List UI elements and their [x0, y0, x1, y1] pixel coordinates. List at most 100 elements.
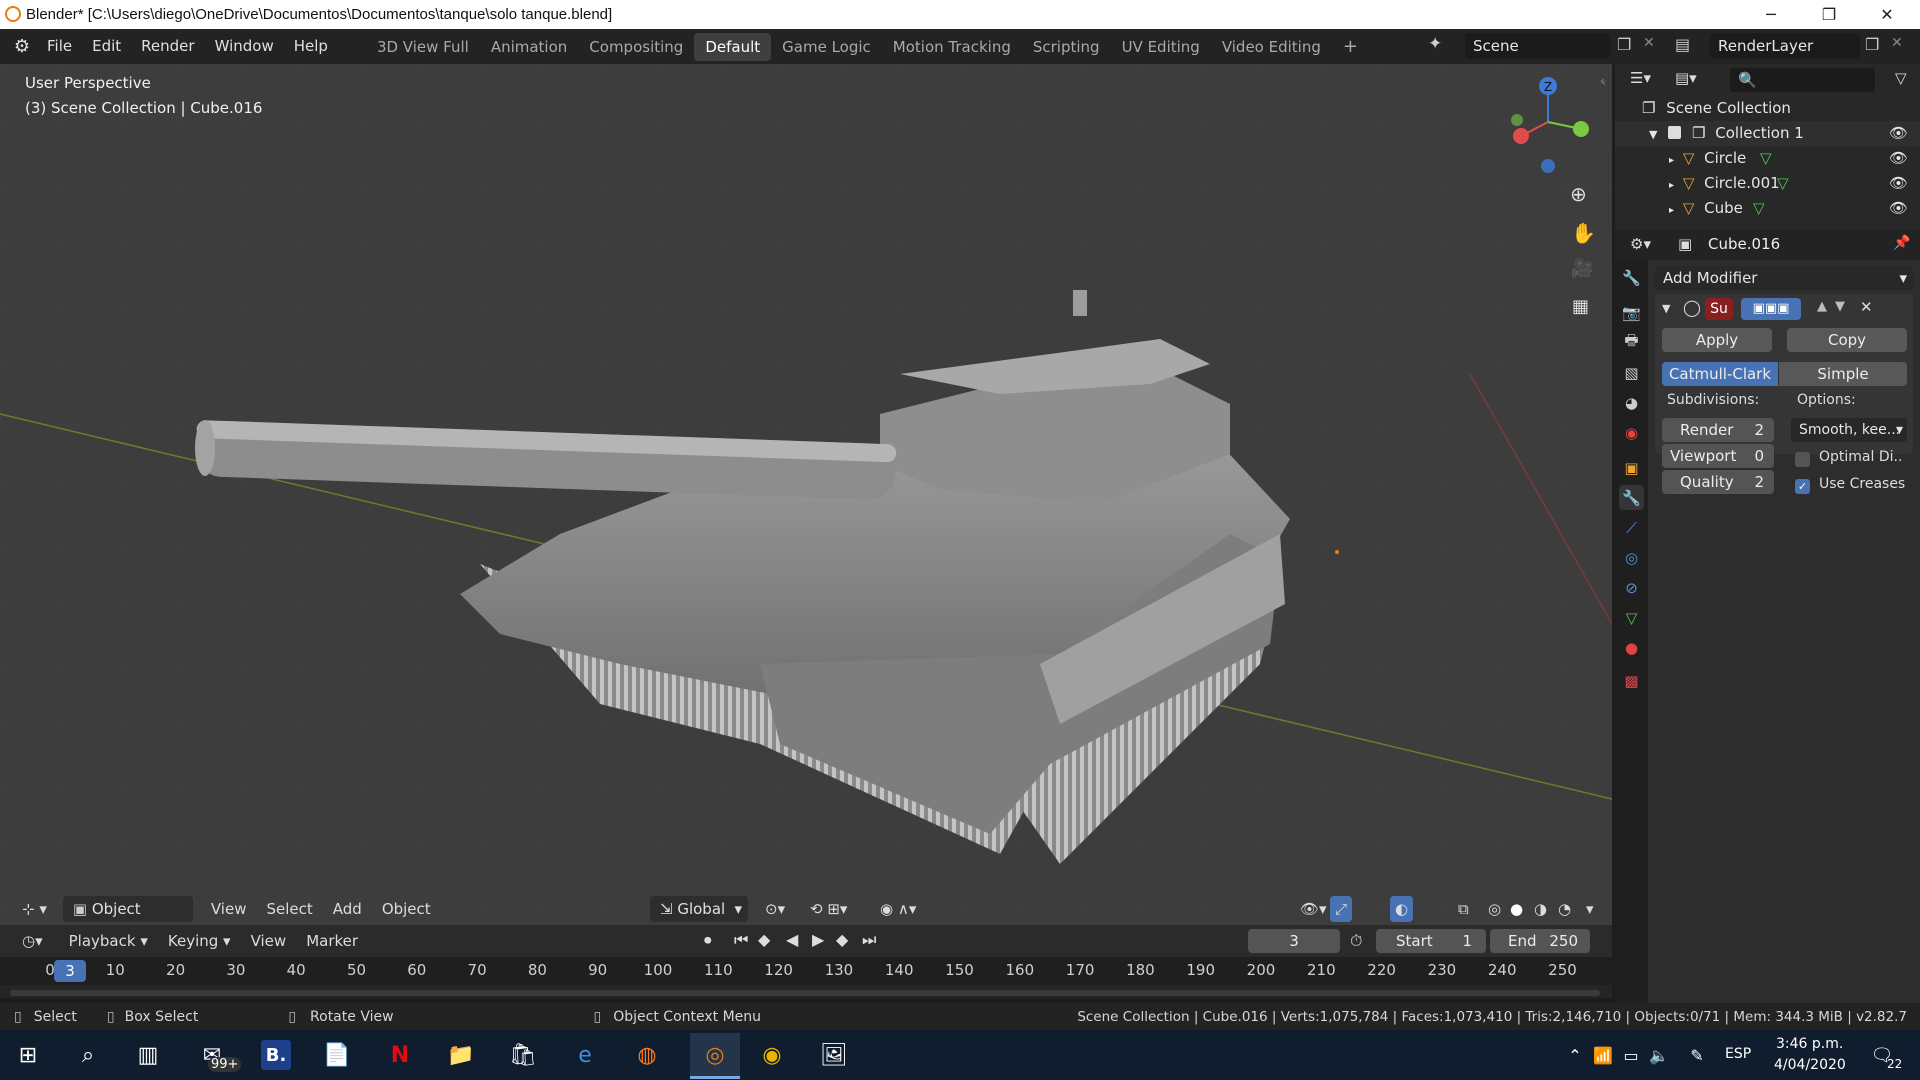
viewport-levels-field[interactable]: Viewport 0 — [1662, 444, 1774, 468]
close-button[interactable]: ✕ — [1858, 0, 1916, 29]
chrome-icon[interactable]: ◉ — [752, 1035, 792, 1075]
menu-window[interactable]: Window — [205, 29, 284, 64]
uv-smooth-dropdown[interactable]: Smooth, kee... ▾ — [1791, 418, 1907, 442]
outliner-scene-collection[interactable]: ❐ Scene Collection — [1615, 96, 1920, 121]
play-reverse-button[interactable]: ◀ — [786, 930, 798, 949]
stopwatch-icon[interactable]: ⏱ — [1350, 931, 1362, 951]
start-frame-field[interactable]: Start 1 — [1376, 929, 1486, 953]
shading-options-icon[interactable]: ▾ — [1576, 896, 1604, 922]
mode-dropdown[interactable]: ▣ Object Mode▾ — [62, 896, 193, 944]
remove-modifier-icon[interactable]: ✕ — [1860, 298, 1873, 316]
outliner-item-circle[interactable]: ▸ ▽ Circle ▽ 👁 — [1615, 146, 1920, 171]
object-tab-icon[interactable]: ▣ — [1619, 455, 1644, 480]
overlay-toggle-icon[interactable]: ◐ — [1390, 896, 1414, 922]
play-button[interactable]: ▶ — [812, 930, 824, 949]
render-levels-field[interactable]: Render 2 — [1662, 418, 1774, 442]
quality-field[interactable]: Quality 2 — [1662, 470, 1774, 494]
timeline-ruler[interactable]: 0 10 20 30 40 50 60 70 80 90 100 110 120 130 140 150 160… — [0, 957, 1612, 985]
visibility-checkbox[interactable] — [1668, 126, 1682, 139]
file-explorer-icon[interactable]: 📁 — [441, 1035, 481, 1075]
task-view-icon[interactable]: ▥ — [128, 1035, 168, 1075]
menu-add[interactable]: Add — [323, 896, 372, 922]
new-scene-icon[interactable]: ❐ — [1617, 35, 1631, 54]
sidebar-toggle-icon[interactable]: ‹ — [1602, 76, 1606, 89]
menu-marker[interactable]: Marker — [296, 928, 368, 954]
object-data-tab-icon[interactable]: ▽ — [1619, 605, 1644, 630]
zoom-icon[interactable]: ⊕ — [1570, 182, 1587, 206]
eye-icon[interactable]: 👁 — [1889, 171, 1908, 196]
windows-start-icon[interactable]: ⊞ — [8, 1035, 48, 1075]
display-mode-icon[interactable]: ▤▾ — [1675, 69, 1697, 87]
render-layer-field[interactable]: RenderLayer — [1710, 33, 1860, 59]
tab-default[interactable]: Default — [694, 32, 772, 61]
outliner-search-input[interactable]: 🔍 — [1730, 68, 1875, 92]
proportional-edit-icon[interactable]: ◉ ∧▾ — [870, 896, 926, 922]
pin-icon[interactable]: 📌 — [1893, 235, 1910, 251]
edge-icon[interactable]: e — [565, 1035, 605, 1075]
collapse-arrow-icon[interactable]: ▼ — [1662, 302, 1670, 315]
end-frame-field[interactable]: End 250 — [1490, 929, 1590, 953]
eye-icon[interactable]: 👁 — [1889, 146, 1908, 171]
texture-tab-icon[interactable]: ▩ — [1619, 668, 1644, 693]
language-indicator[interactable]: ESP — [1725, 1046, 1751, 1062]
scene-selector-icon[interactable]: ✦ — [1428, 34, 1442, 54]
modifier-tab-icon[interactable]: 🔧 — [1619, 485, 1644, 510]
move-up-icon[interactable]: ▲ — [1817, 299, 1827, 314]
menu-object[interactable]: Object — [372, 896, 441, 922]
properties-editor-icon[interactable]: ⚙▾ — [1630, 235, 1651, 253]
tab-motion-tracking[interactable]: Motion Tracking — [882, 33, 1022, 61]
add-modifier-dropdown[interactable]: Add Modifier ▾ — [1655, 266, 1913, 290]
outliner-item-cube[interactable]: ▸ ▽ Cube ▽ 👁 — [1615, 196, 1920, 221]
volume-icon[interactable]: 🔈 — [1639, 1035, 1679, 1075]
ortho-grid-icon[interactable]: ▦ — [1572, 296, 1589, 317]
expand-arrow-icon[interactable]: ▸ — [1669, 180, 1674, 191]
maximize-button[interactable]: ❐ — [1800, 0, 1858, 29]
eye-icon[interactable]: 👁 — [1889, 196, 1908, 221]
firefox-icon[interactable]: ◍ — [627, 1035, 667, 1075]
tab-scripting[interactable]: Scripting — [1022, 33, 1111, 61]
netflix-icon[interactable]: N — [380, 1035, 420, 1075]
blender-menu-icon[interactable]: ⚙ — [7, 36, 37, 57]
constraints-tab-icon[interactable]: ⊘ — [1619, 575, 1644, 600]
render-layer-icon[interactable]: ▤ — [1675, 35, 1690, 54]
document-icon[interactable]: 📄 — [317, 1035, 357, 1075]
new-layer-icon[interactable]: ❐ — [1865, 35, 1879, 54]
timeline-editor-icon[interactable]: ◷▾ — [12, 928, 53, 954]
add-workspace-button[interactable]: + — [1332, 33, 1369, 61]
catmull-clark-button[interactable]: Catmull-Clark — [1662, 362, 1778, 386]
outliner-item-circle-001[interactable]: ▸ ▽ Circle.001 ▽ 👁 — [1615, 171, 1920, 196]
tab-animation[interactable]: Animation — [480, 33, 578, 61]
expand-arrow-icon[interactable]: ▸ — [1669, 155, 1674, 166]
pen-icon[interactable]: ✎ — [1677, 1035, 1717, 1075]
menu-help[interactable]: Help — [284, 29, 338, 64]
gizmo-toggle-icon[interactable]: ⤢ — [1330, 896, 1353, 922]
jump-end-button[interactable]: ⏭ — [862, 930, 876, 950]
tab-3d-view-full[interactable]: 3D View Full — [366, 33, 480, 61]
photos-icon[interactable]: 🖼 — [814, 1035, 854, 1075]
output-tab-icon[interactable]: 🖶 — [1619, 330, 1644, 355]
3d-viewport[interactable]: Z User Perspective (3) Scene Collection … — [0, 64, 1612, 925]
xray-icon[interactable]: ⧉ — [1448, 896, 1479, 922]
menu-playback[interactable]: Playback ▾ — [59, 928, 158, 954]
move-down-icon[interactable]: ▼ — [1835, 299, 1845, 314]
menu-file[interactable]: File — [37, 29, 82, 64]
pan-hand-icon[interactable]: ✋ — [1571, 221, 1596, 245]
show-in-editmode-icon[interactable]: ▣▣▣ — [1741, 298, 1801, 320]
eye-icon[interactable]: 👁 — [1889, 121, 1908, 146]
delete-scene-icon[interactable]: ✕ — [1643, 35, 1655, 51]
camera-view-icon[interactable]: 🎥 — [1571, 258, 1593, 279]
menu-render[interactable]: Render — [131, 29, 204, 64]
world-tab-icon[interactable]: ◉ — [1619, 420, 1644, 445]
tab-compositing[interactable]: Compositing — [578, 33, 694, 61]
delete-layer-icon[interactable]: ✕ — [1891, 35, 1903, 51]
tab-video-editing[interactable]: Video Editing — [1211, 33, 1332, 61]
tab-game-logic[interactable]: Game Logic — [771, 33, 882, 61]
timeline-scrollbar[interactable] — [10, 990, 1600, 996]
store-icon[interactable]: 🛍 — [503, 1035, 543, 1075]
scene-field[interactable]: Scene — [1465, 33, 1610, 59]
tool-tab-icon[interactable]: 🔧 — [1619, 265, 1644, 290]
use-creases-checkbox[interactable]: ✓ — [1795, 479, 1810, 494]
simple-button[interactable]: Simple — [1779, 362, 1907, 386]
expand-arrow-icon[interactable]: ▸ — [1669, 205, 1674, 216]
clock-date[interactable]: 4/04/2020 — [1774, 1057, 1846, 1073]
